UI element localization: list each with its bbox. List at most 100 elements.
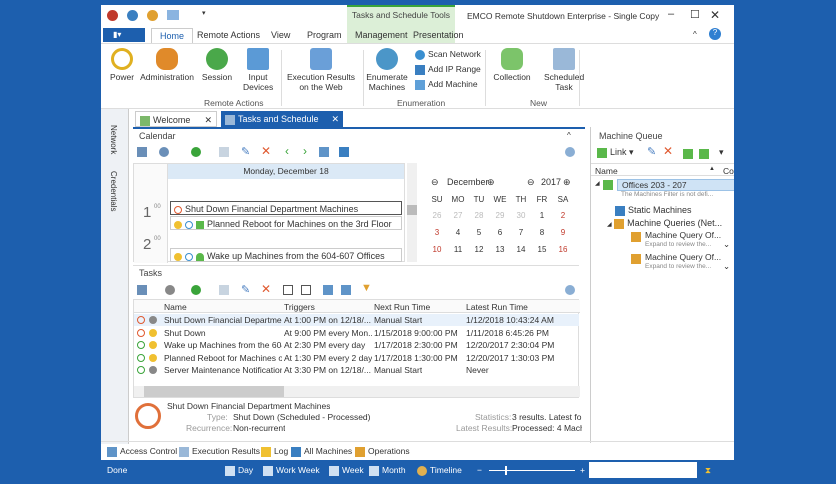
tab-program[interactable]: Program xyxy=(299,28,350,43)
tab-view[interactable]: View xyxy=(263,28,298,43)
doc-tab-welcome[interactable]: Welcome ✕ xyxy=(135,111,217,127)
input-devices-button[interactable]: Input Devices xyxy=(239,48,277,92)
quick-access-icon[interactable] xyxy=(147,10,158,21)
queue-item[interactable]: Static Machines xyxy=(615,205,692,216)
window-icon[interactable] xyxy=(167,10,179,20)
session-button[interactable]: Session xyxy=(199,48,235,82)
execution-results-web-button[interactable]: Execution Results on the Web xyxy=(285,48,357,92)
calendar-day[interactable]: 1 xyxy=(532,211,552,220)
close-button[interactable]: ✕ xyxy=(710,8,720,22)
scheduled-task-button[interactable]: Scheduled Task xyxy=(541,48,587,92)
options-icon[interactable] xyxy=(159,147,169,157)
add-machine-button[interactable]: Add Machine xyxy=(415,79,478,90)
edit-icon[interactable]: ✎ xyxy=(647,145,656,158)
tab-operations[interactable]: Operations xyxy=(355,446,410,457)
prev-month-icon[interactable]: ⊖ xyxy=(431,177,439,188)
calendar-day[interactable]: 29 xyxy=(490,211,510,220)
queue-item[interactable]: ◢ Offices 203 - 207 The Machines Filter … xyxy=(595,179,734,201)
enumerate-machines-button[interactable]: Enumerate Machines xyxy=(365,48,409,92)
delete-icon[interactable]: ✕ xyxy=(663,144,673,158)
close-icon[interactable]: ✕ xyxy=(204,115,212,126)
layout-icon[interactable] xyxy=(699,149,709,159)
calendar-day[interactable]: 11 xyxy=(448,245,468,254)
calendar-day[interactable]: 27 xyxy=(448,211,468,220)
calendar-day[interactable]: 9 xyxy=(553,228,573,237)
view-work-week-button[interactable]: Work Week xyxy=(263,465,320,476)
table-row[interactable]: Planned Reboot for Machines on the ... A… xyxy=(134,352,579,364)
new-task-icon[interactable] xyxy=(137,147,147,157)
expand-icon[interactable]: ⌄ xyxy=(723,239,730,250)
layout-icon[interactable] xyxy=(683,149,693,159)
queue-item[interactable]: ◢ Machine Queries (Net... xyxy=(607,218,722,229)
calendar-event[interactable]: Shut Down Financial Department Machines xyxy=(170,201,402,215)
next-month-icon[interactable]: ⊕ xyxy=(487,177,495,188)
zoom-out-button[interactable]: − xyxy=(477,465,482,475)
edit-icon[interactable]: ✎ xyxy=(241,283,250,296)
close-icon[interactable]: ✕ xyxy=(331,114,339,125)
calendar-day[interactable]: 12 xyxy=(469,245,489,254)
column-header-latest-run[interactable]: Latest Run Time xyxy=(466,302,528,312)
collapse-calendar-icon[interactable]: ^ xyxy=(567,131,571,140)
link-button[interactable]: Link ▾ xyxy=(597,147,634,158)
table-row[interactable]: Server Maintenance Notification At 3:30 … xyxy=(134,364,579,376)
properties-icon[interactable] xyxy=(219,285,229,295)
tab-all-machines[interactable]: All Machines xyxy=(291,446,352,457)
delete-icon[interactable]: ✕ xyxy=(261,282,271,296)
properties-icon[interactable] xyxy=(219,147,229,157)
tab-presentation[interactable]: Presentation xyxy=(405,28,472,43)
file-menu-button[interactable]: ▮▾ xyxy=(103,28,145,42)
view-month-button[interactable]: Month xyxy=(369,465,406,476)
calendar-day[interactable]: 30 xyxy=(511,211,531,220)
column-header-name[interactable]: Name xyxy=(595,166,618,176)
tab-home[interactable]: Home xyxy=(151,28,194,43)
scan-network-button[interactable]: Scan Network xyxy=(415,49,481,60)
history-icon[interactable] xyxy=(165,285,175,295)
expand-icon[interactable]: ◢ xyxy=(595,180,600,187)
tab-remote-actions[interactable]: Remote Actions xyxy=(189,28,268,43)
new-task-icon[interactable] xyxy=(137,285,147,295)
table-row[interactable]: Shut Down Financial Department Ma... At … xyxy=(134,314,579,326)
prev-year-icon[interactable]: ⊖ xyxy=(527,177,535,188)
tab-log[interactable]: Log xyxy=(261,446,288,457)
calendar-day[interactable]: 10 xyxy=(427,245,447,254)
view-week-button[interactable]: Week xyxy=(329,465,364,476)
calendar-event[interactable]: Planned Reboot for Machines on the 3rd F… xyxy=(170,216,402,230)
zoom-in-button[interactable]: + xyxy=(580,465,585,475)
add-ip-range-button[interactable]: Add IP Range xyxy=(415,64,481,75)
minimize-button[interactable]: – xyxy=(668,8,674,20)
previous-icon[interactable]: ‹ xyxy=(285,144,289,158)
calendar-day[interactable]: 16 xyxy=(553,245,573,254)
calendar-day[interactable]: 3 xyxy=(427,228,447,237)
settings-icon[interactable] xyxy=(565,147,575,157)
column-header-triggers[interactable]: Triggers xyxy=(284,302,315,312)
layout-icon[interactable] xyxy=(323,285,333,295)
columns-icon[interactable] xyxy=(341,285,351,295)
layout-icon[interactable] xyxy=(283,285,293,295)
customize-dropdown-icon[interactable]: ▾ xyxy=(202,9,206,17)
edit-icon[interactable]: ✎ xyxy=(241,145,250,158)
calendar-day[interactable]: 7 xyxy=(511,228,531,237)
run-icon[interactable] xyxy=(191,147,201,157)
side-tab-credentials[interactable]: Credentials xyxy=(109,171,118,211)
calendar-day[interactable]: 4 xyxy=(448,228,468,237)
calendar-day[interactable]: 26 xyxy=(427,211,447,220)
calendar-day[interactable]: 28 xyxy=(469,211,489,220)
next-year-icon[interactable]: ⊕ xyxy=(563,177,571,188)
column-header-name[interactable]: Name xyxy=(164,302,187,312)
tab-access-control[interactable]: Access Control xyxy=(107,446,177,457)
expand-icon[interactable]: ⌄ xyxy=(723,261,730,272)
doc-tab-tasks-and-schedule[interactable]: Tasks and Schedule ✕ xyxy=(221,111,343,128)
more-icon[interactable]: ▾ xyxy=(719,147,724,158)
horizontal-scrollbar[interactable] xyxy=(134,386,580,397)
power-button[interactable]: Power xyxy=(107,48,137,82)
search-input[interactable] xyxy=(589,462,697,478)
calendar-day[interactable]: 13 xyxy=(490,245,510,254)
go-to-today-icon[interactable] xyxy=(319,147,329,157)
tab-execution-results[interactable]: Execution Results xyxy=(179,446,260,457)
refresh-icon[interactable] xyxy=(127,10,138,21)
calendar-day[interactable]: 14 xyxy=(511,245,531,254)
collection-button[interactable]: Collection xyxy=(489,48,535,82)
settings-icon[interactable] xyxy=(565,285,575,295)
maximize-button[interactable]: ☐ xyxy=(690,8,700,21)
day-view-scrollbar[interactable] xyxy=(407,163,417,262)
